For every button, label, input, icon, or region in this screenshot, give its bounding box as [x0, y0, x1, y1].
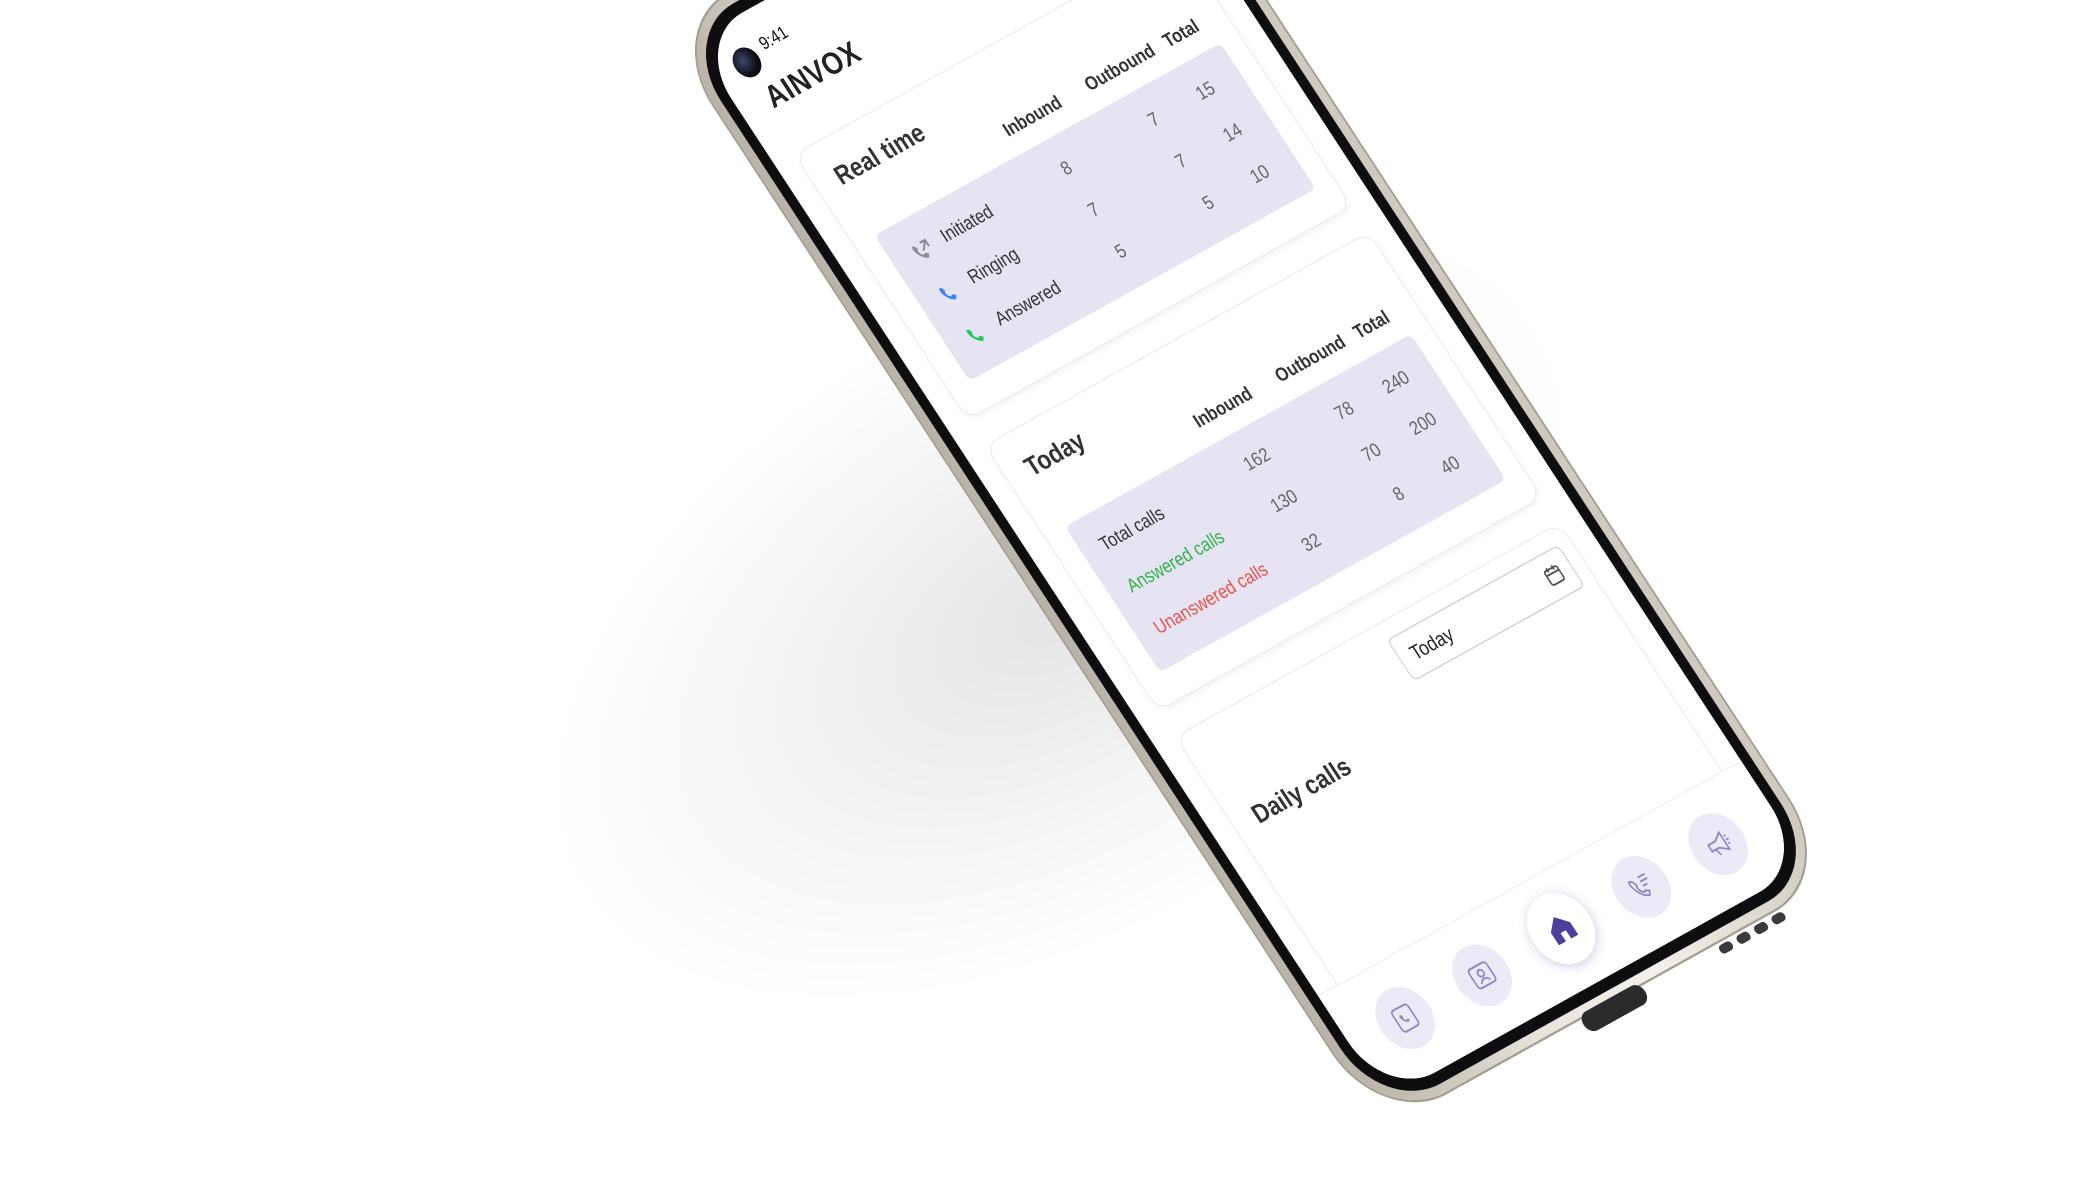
nav-call-list[interactable] [1599, 845, 1684, 929]
call-log-icon [1390, 1003, 1420, 1033]
speaker-grille [1717, 939, 1735, 955]
answered-phone-icon [966, 329, 984, 341]
daily-title: Daily calls [1245, 750, 1357, 830]
nav-contacts[interactable] [1440, 934, 1525, 1017]
realtime-title: Real time [828, 117, 931, 191]
stage: 9:41 AINVOX Real time Inbound Outbound T… [0, 0, 2080, 1200]
speaker-grille [1734, 930, 1753, 946]
home-icon [1550, 917, 1579, 946]
row-label: Ringing [964, 244, 1024, 289]
today-title: Today [1018, 425, 1091, 482]
calendar-icon[interactable] [1540, 561, 1568, 588]
row-label: Initiated [936, 201, 998, 247]
outgoing-call-icon [911, 238, 930, 258]
campaign-icon [1706, 830, 1732, 856]
nav-home[interactable] [1512, 881, 1610, 976]
date-value: Today [1405, 622, 1459, 665]
call-list-icon [1627, 872, 1651, 897]
nav-call-log[interactable] [1363, 976, 1448, 1060]
speaker-grille [1769, 910, 1788, 926]
speaker-grille [1752, 920, 1770, 936]
nav-campaign[interactable] [1676, 802, 1761, 886]
status-time: 9:41 [755, 22, 793, 55]
ringing-phone-icon [939, 287, 957, 300]
front-camera [726, 42, 768, 83]
contacts-icon [1467, 961, 1497, 990]
